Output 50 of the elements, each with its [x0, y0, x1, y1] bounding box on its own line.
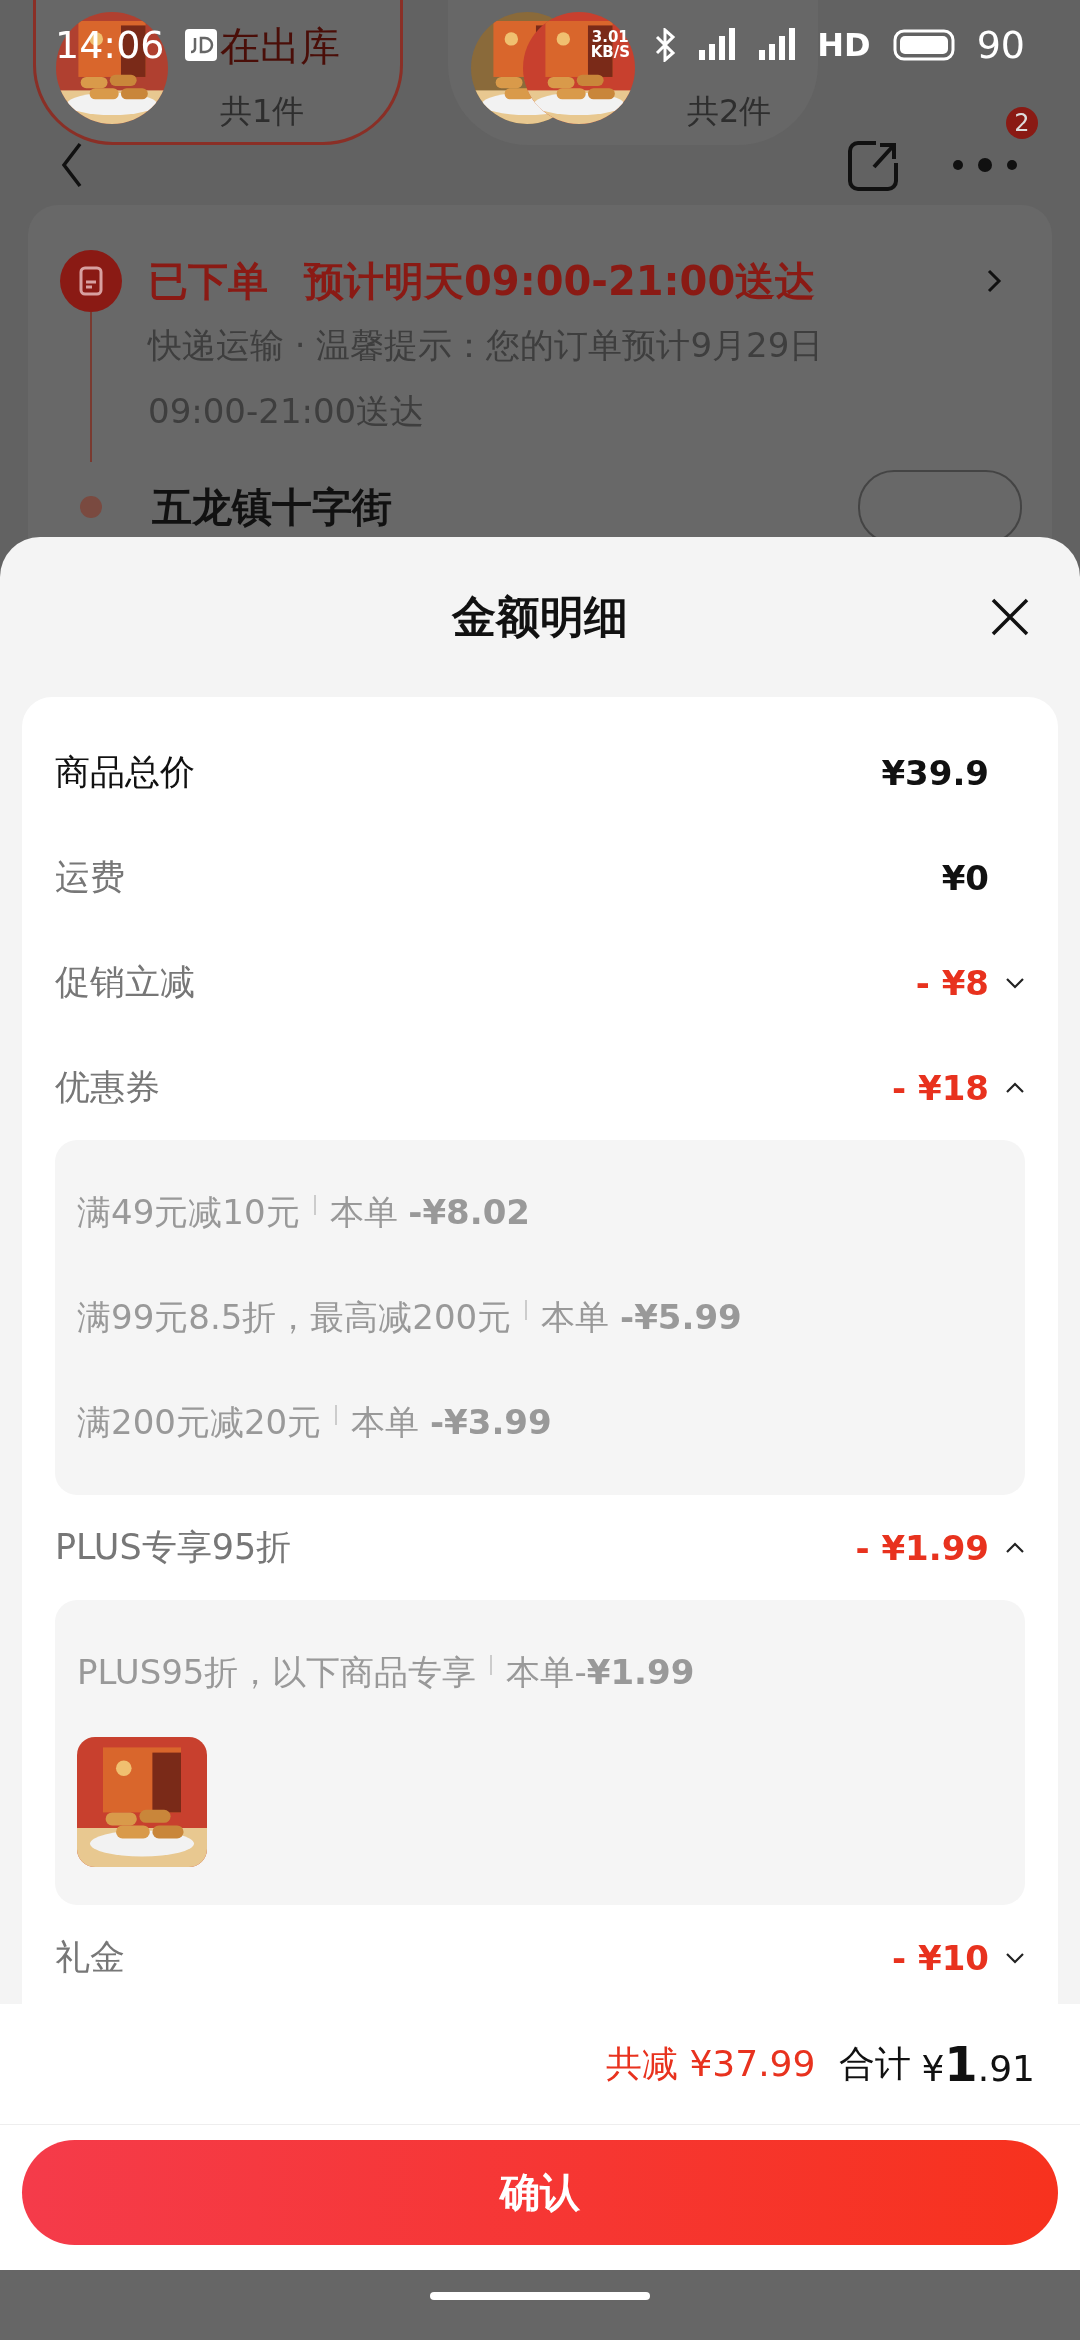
- chevron-icon[interactable]: [1005, 1541, 1025, 1554]
- total-label: 合计: [839, 2041, 912, 2086]
- delivery-estimate: 预计明天09:00-21:00送达: [304, 256, 817, 306]
- document-icon: [60, 250, 122, 312]
- price-amount: - ¥18: [892, 1067, 989, 1108]
- more-icon[interactable]: [950, 155, 1020, 175]
- signal-icon: [697, 28, 738, 62]
- discount-saving: 本单-¥1.99: [506, 1650, 695, 1694]
- back-icon[interactable]: [60, 140, 84, 190]
- price-label: 优惠券: [55, 1066, 161, 1109]
- price-label: 商品总价: [55, 751, 196, 794]
- price-label: 运费: [55, 856, 126, 899]
- bluetooth-icon: [653, 28, 678, 62]
- price-amount: ¥39.9: [881, 752, 989, 793]
- price-amount: - ¥10: [892, 1937, 989, 1978]
- price-label: 促销立减: [55, 961, 196, 1004]
- app-notification-icon: [184, 29, 217, 61]
- discount-saving: 本单 -¥8.02: [329, 1190, 530, 1234]
- network-speed: 3.01 KB/S: [589, 30, 631, 60]
- clock: 14:06: [55, 23, 165, 67]
- discount-rule: 满49元减10元: [77, 1190, 300, 1234]
- next-stop: 五龙镇十字街: [152, 482, 393, 532]
- item-count: 共2件: [687, 90, 772, 132]
- discount-rule: 满99元8.5折，最高减200元: [77, 1295, 512, 1339]
- item-count: 共1件: [220, 90, 306, 132]
- chevron-icon[interactable]: [1005, 1081, 1025, 1094]
- notification-badge: 2: [1006, 107, 1038, 139]
- price-amount: ¥0: [941, 857, 989, 898]
- price-label: 礼金: [55, 1936, 126, 1979]
- close-icon[interactable]: [990, 597, 1030, 637]
- signal-icon: [757, 28, 798, 62]
- chevron-icon[interactable]: [1005, 976, 1025, 989]
- chevron-right-icon[interactable]: [986, 268, 1002, 294]
- network-type: HD: [817, 26, 871, 64]
- order-status: 已下单: [148, 256, 268, 306]
- timeline-dot: [80, 496, 102, 518]
- chevron-icon[interactable]: [1005, 1951, 1025, 1964]
- discount-rule: PLUS95折，以下商品专享: [77, 1650, 477, 1694]
- price-amount: - ¥8: [915, 962, 989, 1003]
- sheet-title: 金额明细: [452, 589, 628, 644]
- tab-label: 在出库: [220, 21, 340, 70]
- discount-saving: 本单 -¥3.99: [351, 1400, 552, 1444]
- price-label: PLUS专享95折: [55, 1526, 293, 1569]
- confirm-button[interactable]: 确认: [22, 2140, 1058, 2245]
- price-amount: - ¥1.99: [855, 1527, 989, 1568]
- battery-level: 90: [976, 23, 1025, 67]
- discount-rule: 满200元减20元: [77, 1400, 322, 1444]
- total-amount: ¥1.91: [921, 2036, 1035, 2092]
- total-savings: 共减 ¥37.99: [606, 2041, 816, 2086]
- discount-saving: 本单 -¥5.99: [541, 1295, 742, 1339]
